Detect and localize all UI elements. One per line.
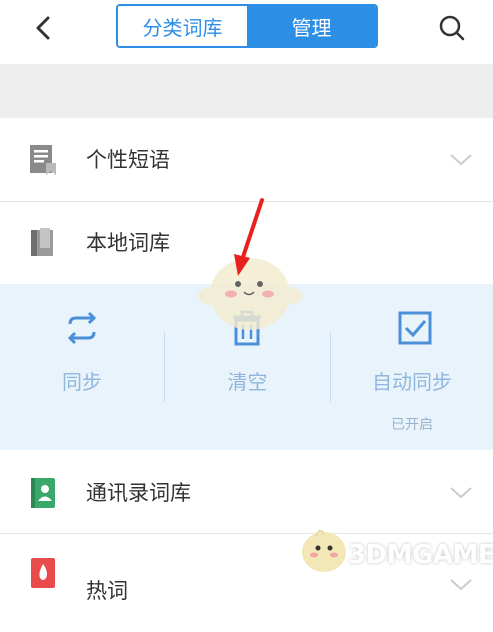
- chevron-left-icon: [36, 16, 50, 40]
- search-icon: [439, 15, 465, 41]
- action-label: 清空: [227, 370, 268, 394]
- watermark-mascot: [302, 530, 346, 572]
- chevron-down-icon[interactable]: [448, 149, 474, 169]
- section-separator: [0, 64, 493, 118]
- tab-manage[interactable]: 管理: [247, 6, 376, 46]
- chevron-down-icon[interactable]: [448, 574, 474, 594]
- contacts-book-icon: [31, 478, 55, 508]
- watermark-text: 3DMGAME: [348, 540, 493, 570]
- segmented-tabs: 分类词库 管理: [116, 4, 378, 48]
- row-label: 热词: [86, 579, 128, 603]
- auto-sync-toggle[interactable]: 自动同步 已开启: [331, 284, 493, 450]
- sync-icon: [67, 311, 97, 345]
- row-label: 个性短语: [86, 148, 170, 172]
- tab-category-library[interactable]: 分类词库: [118, 6, 247, 46]
- document-icon: [30, 145, 56, 175]
- fire-icon: [31, 558, 55, 588]
- book-icon: [31, 228, 53, 256]
- list-item-contacts-library[interactable]: 通讯录词库: [0, 452, 493, 534]
- row-label: 通讯录词库: [86, 481, 191, 505]
- checkbox-icon: [398, 311, 432, 345]
- search-button[interactable]: [432, 10, 472, 46]
- auto-sync-status: 已开启: [391, 417, 433, 433]
- annotation-arrow: [234, 198, 264, 276]
- sync-button[interactable]: 同步: [0, 284, 164, 450]
- row-label: 本地词库: [86, 231, 170, 255]
- chevron-down-icon[interactable]: [448, 482, 474, 502]
- action-label: 同步: [62, 370, 102, 394]
- list-item-custom-phrases[interactable]: 个性短语: [0, 119, 493, 201]
- top-bar: 分类词库 管理: [0, 0, 493, 64]
- back-button[interactable]: [28, 10, 64, 46]
- action-label: 自动同步: [372, 370, 452, 394]
